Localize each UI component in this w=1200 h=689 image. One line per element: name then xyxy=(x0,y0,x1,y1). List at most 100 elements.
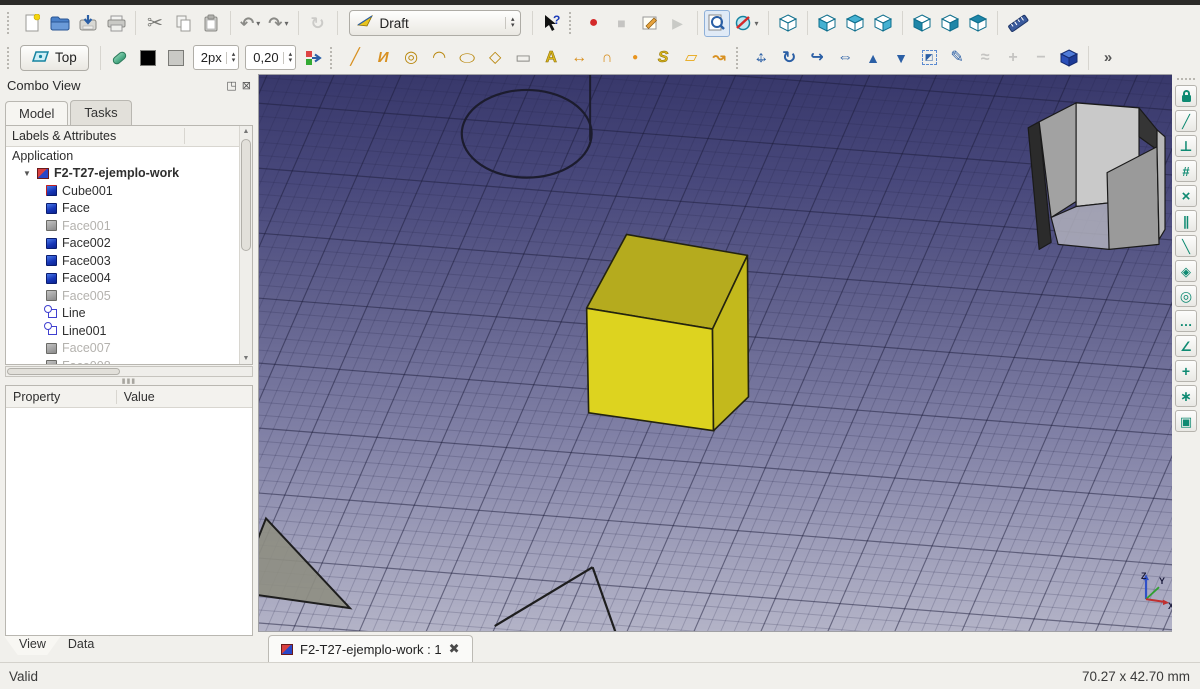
tree-vertical-scrollbar[interactable]: ▲ ▼ xyxy=(239,126,252,364)
tree-item-face005[interactable]: Face005 xyxy=(6,287,252,305)
draft-delpoint-button[interactable]: − xyxy=(1028,44,1054,71)
tree-item-line[interactable]: Line xyxy=(6,304,252,323)
draft-facebinder-button[interactable]: ▱ xyxy=(678,44,704,71)
toolbar-grip[interactable] xyxy=(7,12,11,34)
snap-perpendicular-button[interactable]: ⊥ xyxy=(1175,135,1197,157)
working-plane-button[interactable]: Top xyxy=(20,44,89,71)
stop-macro-button[interactable]: ■ xyxy=(609,10,635,37)
front-view-button[interactable] xyxy=(814,10,840,37)
draft-rectangle-button[interactable]: ▭ xyxy=(510,44,536,71)
close-panel-icon[interactable]: ⊠ xyxy=(242,79,251,92)
print-button[interactable] xyxy=(103,10,129,37)
draft-wire2bspline-button[interactable]: ≈ xyxy=(972,44,998,71)
tree-item-face[interactable]: Face xyxy=(6,200,252,218)
undo-button[interactable]: ↶ ▾ xyxy=(237,10,263,37)
draft-text-button[interactable]: A xyxy=(538,44,564,71)
snap-near-button[interactable]: … xyxy=(1175,310,1197,332)
construction-mode-button[interactable] xyxy=(107,44,133,71)
spinner-arrows-icon[interactable]: ▴ ▾ xyxy=(505,16,515,29)
scroll-up-icon[interactable]: ▲ xyxy=(240,128,252,135)
draft-edit-button[interactable]: ✎ xyxy=(944,44,970,71)
draft-arc-button[interactable]: ◠ xyxy=(426,44,452,71)
whats-this-button[interactable]: ? xyxy=(539,10,565,37)
tab-tasks[interactable]: Tasks xyxy=(70,100,132,125)
redo-button[interactable]: ↷ ▾ xyxy=(265,10,291,37)
cut-button[interactable]: ✂ xyxy=(142,10,168,37)
new-file-button[interactable] xyxy=(19,10,45,37)
line-color-swatch-button[interactable] xyxy=(135,44,161,71)
tree-horizontal-scrollbar[interactable] xyxy=(5,366,253,377)
rear-view-button[interactable] xyxy=(909,10,935,37)
tree-item-face007[interactable]: Face007 xyxy=(6,340,252,358)
face-color-swatch-button[interactable] xyxy=(163,44,189,71)
refresh-button[interactable]: ↻ xyxy=(305,10,331,37)
draw-style-button[interactable]: ▾ xyxy=(732,10,762,37)
draft-trimex-button[interactable]: ⇔ xyxy=(832,44,858,71)
play-macro-button[interactable]: ▶ xyxy=(665,10,691,37)
edit-macro-button[interactable] xyxy=(637,10,663,37)
snap-endpoint-button[interactable]: ╲ xyxy=(1175,235,1197,257)
spinner-arrows-icon[interactable]: ▴ ▾ xyxy=(282,51,292,64)
draft-line-button[interactable]: ╱ xyxy=(342,44,368,71)
save-button[interactable] xyxy=(75,10,101,37)
snap-midpoint-button[interactable]: ╱ xyxy=(1175,110,1197,132)
draft-point-button[interactable]: ● xyxy=(622,44,648,71)
snap-center-button[interactable]: ◎ xyxy=(1175,285,1197,307)
draft-move-button[interactable]: ↔ ↕ xyxy=(748,44,774,71)
tree-item-cube001[interactable]: Cube001 xyxy=(6,182,252,200)
draft-wire-button[interactable]: И xyxy=(370,44,396,71)
left-view-button[interactable] xyxy=(965,10,991,37)
snap-intersection-button[interactable]: × xyxy=(1175,185,1197,207)
copy-button[interactable] xyxy=(170,10,196,37)
scrollbar-thumb[interactable] xyxy=(241,139,251,251)
expand-arrow-icon[interactable]: ▼ xyxy=(22,169,32,178)
tab-data[interactable]: Data xyxy=(52,636,110,655)
snap-parallel-button[interactable]: ∥ xyxy=(1175,210,1197,232)
snap-workingplane-button[interactable]: ▣ xyxy=(1175,410,1197,432)
top-view-button[interactable] xyxy=(842,10,868,37)
toolbar-grip[interactable] xyxy=(568,12,573,34)
draft-upgrade-button[interactable]: ▲ xyxy=(860,44,886,71)
measure-distance-button[interactable] xyxy=(1004,10,1032,37)
tab-model[interactable]: Model xyxy=(5,101,69,126)
dropdown-arrow-icon[interactable]: ▾ xyxy=(256,19,260,28)
gray-open-prism[interactable] xyxy=(1027,102,1166,250)
toolbar-grip[interactable] xyxy=(1177,78,1195,80)
workbench-selector[interactable]: Draft ▴ ▾ xyxy=(348,10,521,36)
draft-bspline-button[interactable]: ∩ xyxy=(594,44,620,71)
draft-rotate-button[interactable]: ↻ xyxy=(776,44,802,71)
open-file-button[interactable] xyxy=(47,10,73,37)
record-macro-button[interactable]: ● xyxy=(581,10,607,37)
draft-scale-button[interactable]: ◩ xyxy=(916,44,942,71)
spinner-arrows-icon[interactable]: ▴ ▾ xyxy=(225,51,235,64)
dropdown-arrow-icon[interactable]: ▾ xyxy=(755,19,759,28)
draft-bezier-button[interactable]: ↝ xyxy=(706,44,732,71)
draft-shapestring-button[interactable]: S xyxy=(650,44,676,71)
yellow-cube[interactable] xyxy=(585,233,750,432)
tab-view[interactable]: View xyxy=(4,636,61,655)
snap-lock-button[interactable] xyxy=(1175,85,1197,107)
scroll-down-icon[interactable]: ▼ xyxy=(240,355,252,362)
tree-item-face004[interactable]: Face004 xyxy=(6,270,252,288)
draft-circle-button[interactable]: ◎ xyxy=(398,44,424,71)
tree-item-face003[interactable]: Face003 xyxy=(6,252,252,270)
bottom-view-button[interactable] xyxy=(937,10,963,37)
fit-all-button[interactable] xyxy=(703,9,730,37)
snap-ortho-button[interactable]: ◈ xyxy=(1175,260,1197,282)
draft-addpoint-button[interactable]: + xyxy=(1000,44,1026,71)
toolbar-grip[interactable] xyxy=(330,46,334,69)
scale-spinbox[interactable]: 0,20 ▴ ▾ xyxy=(245,45,297,70)
dropdown-arrow-icon[interactable]: ▾ xyxy=(285,19,289,28)
float-panel-icon[interactable]: ◳ xyxy=(226,79,236,92)
snap-grid-button[interactable]: # xyxy=(1175,160,1197,182)
toolbar-grip[interactable] xyxy=(736,46,740,69)
tree-item-face008[interactable]: Face008 xyxy=(6,357,252,364)
draft-to-sketch-button[interactable] xyxy=(1056,44,1082,71)
document-tab[interactable]: F2-T27-ejemplo-work : 1 ✖ xyxy=(268,635,473,662)
close-document-icon[interactable]: ✖ xyxy=(449,641,460,657)
panel-splitter[interactable]: ▮▮▮ xyxy=(0,377,258,385)
draft-offset-button[interactable]: ↪ xyxy=(804,44,830,71)
draft-downgrade-button[interactable]: ▼ xyxy=(888,44,914,71)
scrollbar-thumb[interactable] xyxy=(7,368,121,375)
draft-polygon-button[interactable]: ◇ xyxy=(482,44,508,71)
